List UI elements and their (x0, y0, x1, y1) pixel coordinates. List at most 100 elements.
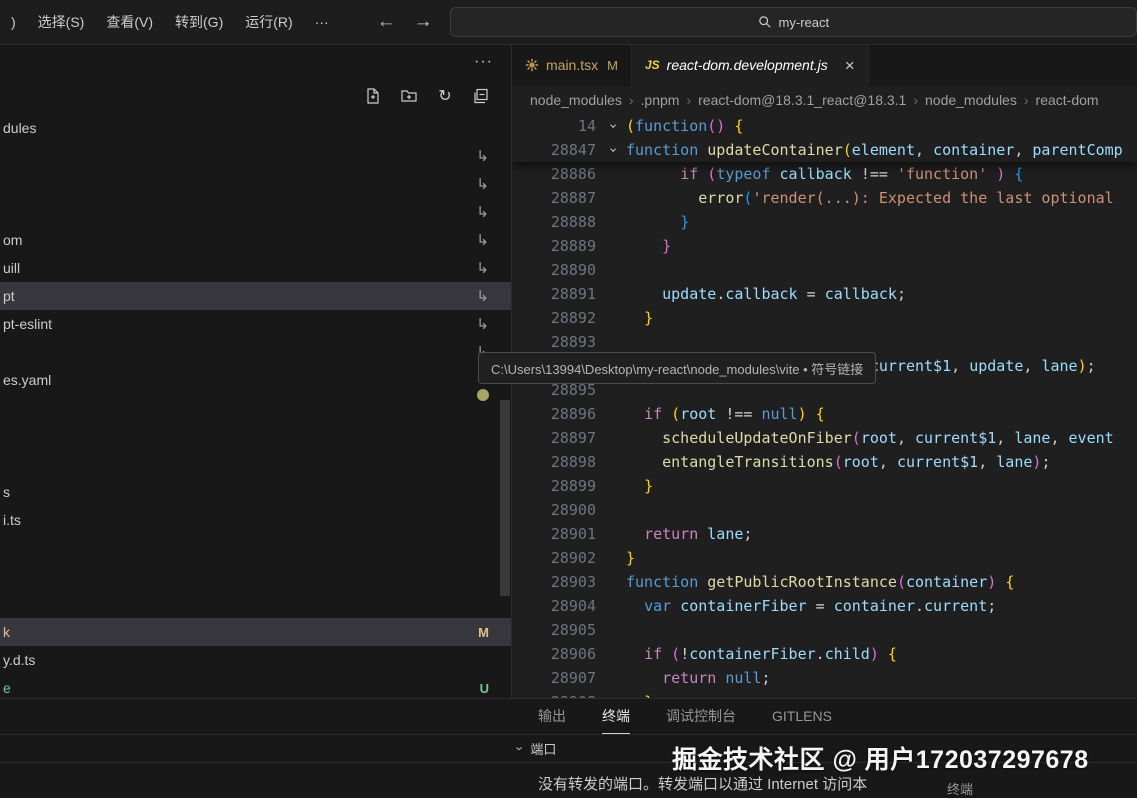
tree-row[interactable] (0, 394, 511, 422)
panel-tab-终端[interactable]: 终端 (602, 699, 630, 734)
tree-row[interactable]: pt↳ (0, 282, 511, 310)
code-line: 28889 } (512, 234, 1137, 258)
code-line: 28901 return lane; (512, 522, 1137, 546)
tree-row[interactable]: ↳ (0, 170, 511, 198)
tree-row[interactable] (0, 534, 511, 562)
refresh-icon[interactable]: ↻ (435, 86, 455, 106)
code-line: 28887 error('render(...): Expected the l… (512, 186, 1137, 210)
file-label: i.ts (3, 512, 21, 528)
tree-row[interactable]: dules (0, 114, 511, 142)
tree-row[interactable]: s (0, 478, 511, 506)
tree-row[interactable]: kM (0, 618, 511, 646)
code-line: 28903function getPublicRootInstance(cont… (512, 570, 1137, 594)
panel-tab-输出[interactable]: 输出 (538, 699, 566, 734)
breadcrumb: node_modules › .pnpm › react-dom@18.3.1_reac… (512, 86, 1137, 114)
breadcrumb-separator-icon: › (629, 92, 634, 108)
tree-row[interactable] (0, 450, 511, 478)
tree-row[interactable]: i.ts (0, 506, 511, 534)
back-arrow-icon[interactable]: ← (368, 9, 405, 35)
breadcrumb-item[interactable]: .pnpm (641, 92, 680, 108)
chevron-down-icon: › (605, 146, 621, 154)
symlink-icon: ↳ (476, 231, 489, 249)
file-label: dules (3, 120, 36, 136)
collapse-all-icon[interactable] (471, 86, 491, 106)
forward-arrow-icon[interactable]: → (405, 9, 442, 35)
tab-main.tsx[interactable]: main.tsxM (512, 44, 632, 86)
search-icon (758, 15, 772, 29)
breadcrumb-item[interactable]: react-dom (1036, 92, 1099, 108)
sticky-scroll: 14›(function() {28847›function updateCon… (512, 114, 1137, 162)
tree-row[interactable]: pt-eslint↳ (0, 310, 511, 338)
tree-row[interactable]: uill↳ (0, 254, 511, 282)
tree-row[interactable]: ↳ (0, 142, 511, 170)
line-number: 28890 (512, 261, 600, 279)
line-number: 28888 (512, 213, 600, 231)
line-number: 28898 (512, 453, 600, 471)
file-label: k (3, 624, 10, 640)
terminal-label[interactable]: 终端 (947, 779, 973, 798)
tree-row[interactable]: ↳ (0, 198, 511, 226)
line-number: 28899 (512, 477, 600, 495)
line-number: 14 (512, 117, 600, 135)
explorer-sidebar: ··· ↻ dules↳↳↳om↳uill↳pt↳pt-eslint↳↳es.y… (0, 44, 512, 698)
line-number: 28887 (512, 189, 600, 207)
code-text: } (626, 477, 653, 495)
panel-tab-调试控制台[interactable]: 调试控制台 (666, 699, 736, 734)
menu-item[interactable]: ··· (304, 10, 340, 34)
fold-icon[interactable]: › (600, 118, 626, 134)
new-file-icon[interactable] (363, 86, 383, 106)
tsx-file-icon (525, 58, 539, 72)
close-icon[interactable]: × (845, 57, 855, 74)
menu-item[interactable]: 运行(R) (234, 8, 303, 36)
status-dot (477, 389, 489, 401)
line-number: 28905 (512, 621, 600, 639)
tree-row[interactable]: ↳ (0, 338, 511, 366)
breadcrumb-item[interactable]: node_modules (925, 92, 1017, 108)
tree-row[interactable] (0, 590, 511, 618)
code-line: 28907 return null; (512, 666, 1137, 690)
file-label: y.d.ts (3, 652, 35, 668)
code-line: 28888 } (512, 210, 1137, 234)
code-line: 28902} (512, 546, 1137, 570)
tree-row[interactable] (0, 562, 511, 590)
menu-item[interactable]: 查看(V) (95, 8, 164, 36)
file-label: om (3, 232, 22, 248)
tree-row[interactable] (0, 422, 511, 450)
tab-react-dom.development.js[interactable]: JSreact-dom.development.js× (632, 44, 869, 86)
code-line: 28908 } (512, 690, 1137, 698)
code-line: 28898 entangleTransitions(root, current$… (512, 450, 1137, 474)
tree-row[interactable]: y.d.ts (0, 646, 511, 674)
symlink-icon: ↳ (476, 147, 489, 165)
breadcrumb-item[interactable]: react-dom@18.3.1_react@18.3.1 (698, 92, 906, 108)
panel-tab-GITLENS[interactable]: GITLENS (772, 699, 832, 734)
menu-item[interactable]: 选择(S) (27, 8, 96, 36)
new-folder-icon[interactable] (399, 86, 419, 106)
tree-row[interactable]: es.yaml (0, 366, 511, 394)
symlink-icon: ↳ (476, 287, 489, 305)
tab-label: main.tsx (546, 57, 598, 73)
tree-row[interactable]: eU (0, 674, 511, 698)
command-center-search[interactable]: my-react (450, 7, 1137, 37)
line-number: 28902 (512, 549, 600, 567)
code-text: function getPublicRootInstance(container… (626, 573, 1014, 591)
code-line: 28906 if (!containerFiber.child) { (512, 642, 1137, 666)
tree-row[interactable]: om ↳ (0, 226, 511, 254)
code-text: error('render(...): Expected the last op… (626, 189, 1114, 207)
symlink-icon: ↳ (476, 175, 489, 193)
line-number: 28893 (512, 333, 600, 351)
code-line: 28891 update.callback = callback; (512, 282, 1137, 306)
code-lines: 28886 if (typeof callback !== 'function'… (512, 162, 1137, 698)
code-line: 28847›function updateContainer(element, … (512, 138, 1137, 162)
watermark: 掘金技术社区 @ 用户172037297678 (672, 740, 1089, 776)
menu-item[interactable]: 转到(G) (164, 8, 234, 36)
code-text: (function() { (626, 117, 743, 135)
explorer-more-actions-icon[interactable]: ··· (474, 53, 493, 71)
code-text: update.callback = callback; (626, 285, 906, 303)
line-number: 28901 (512, 525, 600, 543)
breadcrumb-item[interactable]: node_modules (530, 92, 622, 108)
file-label: es.yaml (3, 372, 51, 388)
fold-icon[interactable]: › (600, 142, 626, 158)
breadcrumb-separator-icon: › (686, 92, 691, 108)
breadcrumb-separator-icon: › (1024, 92, 1029, 108)
sidebar-scrollbar[interactable] (500, 400, 510, 596)
